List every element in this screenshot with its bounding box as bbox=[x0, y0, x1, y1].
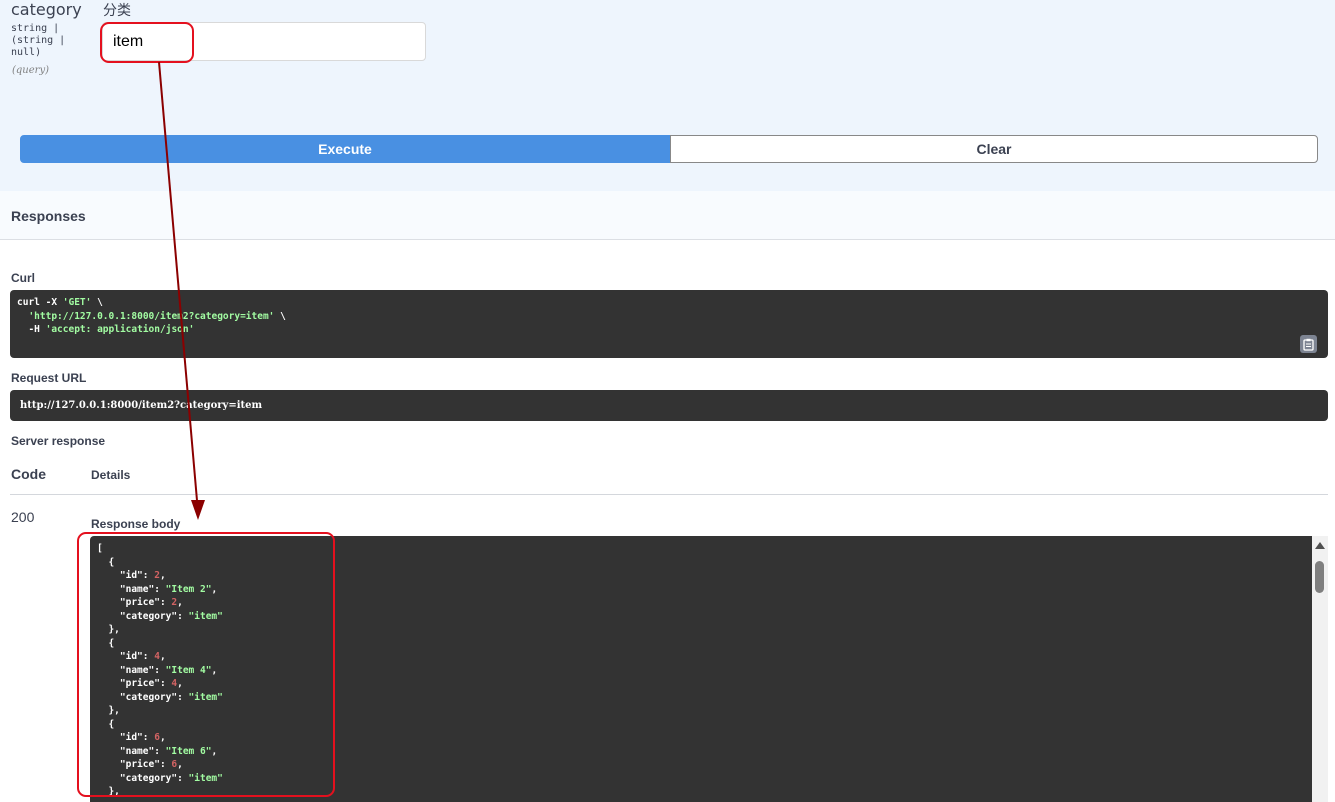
scroll-up-arrow-icon[interactable] bbox=[1315, 542, 1325, 549]
input-highlight-box bbox=[100, 22, 194, 63]
table-divider bbox=[10, 494, 1328, 495]
curl-label: Curl bbox=[11, 271, 35, 285]
param-description: 分类 bbox=[103, 3, 131, 19]
param-type: string | (string | null) bbox=[11, 23, 66, 58]
action-buttons: Execute Clear bbox=[20, 135, 1318, 163]
curl-line: 'http://127.0.0.1:8000/item2?category=it… bbox=[28, 310, 286, 322]
responses-title: Responses bbox=[11, 208, 86, 224]
responses-header: Responses bbox=[0, 191, 1335, 240]
response-highlight-box bbox=[77, 532, 335, 797]
parameters-section: category string | (string | null) (query… bbox=[0, 0, 1335, 191]
param-location: (query) bbox=[12, 65, 49, 76]
request-url-label: Request URL bbox=[11, 371, 87, 385]
request-url: http://127.0.0.1:8000/item2?category=ite… bbox=[10, 390, 1328, 421]
curl-line: curl -X 'GET' \ bbox=[17, 297, 103, 308]
clear-button[interactable]: Clear bbox=[670, 135, 1318, 163]
status-code: 200 bbox=[11, 509, 35, 525]
execute-button[interactable]: Execute bbox=[20, 135, 670, 163]
curl-line: -H 'accept: application/json' bbox=[17, 324, 195, 335]
curl-command: curl -X 'GET' \ 'http://127.0.0.1:8000/i… bbox=[10, 290, 1328, 358]
response-body-label: Response body bbox=[91, 517, 181, 531]
code-column-header: Code bbox=[11, 466, 46, 482]
param-name: category bbox=[11, 0, 82, 19]
details-column-header: Details bbox=[91, 468, 131, 482]
scroll-thumb[interactable] bbox=[1315, 561, 1324, 593]
server-response-label: Server response bbox=[11, 434, 106, 448]
copy-to-clipboard-icon[interactable] bbox=[1300, 335, 1317, 353]
arrow-head-icon bbox=[191, 500, 205, 520]
